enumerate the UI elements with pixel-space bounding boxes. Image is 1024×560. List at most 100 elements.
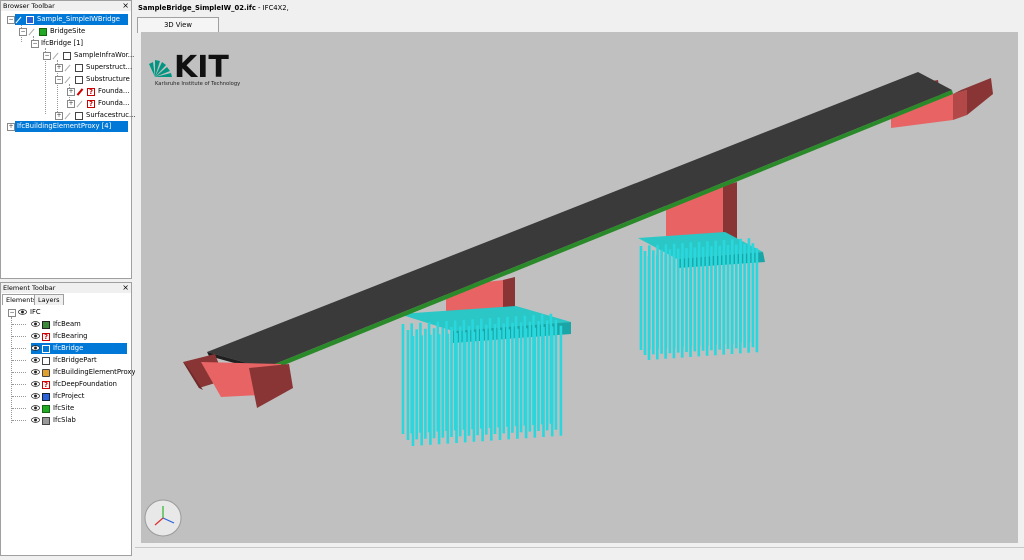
bridgepart-icon <box>75 111 83 120</box>
bridgepart-icon <box>75 75 83 84</box>
browser-toolbar-title: Browser Toolbar × <box>1 1 131 11</box>
tree-item-label: Surfacestruc... <box>86 111 136 119</box>
tree-guide <box>12 384 26 385</box>
eye-icon[interactable] <box>31 416 40 424</box>
piles-right <box>639 238 759 360</box>
eye-icon[interactable] <box>31 320 40 328</box>
pencil-icon <box>52 52 59 59</box>
unknown-icon: ? <box>42 380 50 389</box>
3d-viewport[interactable]: KIT Karlsruhe Institute of Technology <box>141 32 1018 543</box>
kit-logo-text: KIT <box>174 50 229 85</box>
expand-icon[interactable]: + <box>67 100 75 108</box>
eye-icon[interactable] <box>31 368 40 376</box>
close-icon[interactable]: × <box>122 1 129 11</box>
document-title: SampleBridge_SimpleIW_02.ifc - IFC4X2, <box>138 4 289 12</box>
eye-icon[interactable] <box>18 308 27 316</box>
tree-guide <box>12 324 26 325</box>
document-area: SampleBridge_SimpleIW_02.ifc - IFC4X2, 3… <box>135 0 1024 560</box>
unknown-icon: ? <box>87 99 95 108</box>
tree-item-label: Sample_SimpleIWBridge <box>37 15 120 23</box>
tree-item-label: Substructure <box>86 75 130 83</box>
eye-icon[interactable] <box>31 356 40 364</box>
kit-logo-subtitle: Karlsruhe Institute of Technology <box>155 81 240 87</box>
tree-item-label: Founda... <box>98 99 130 107</box>
expand-icon[interactable]: + <box>55 64 63 72</box>
tree-item-label: IfcBuildingElementProxy [4] <box>17 122 112 130</box>
tree-guide <box>12 420 26 421</box>
tree-guide <box>12 396 26 397</box>
tree-guide <box>12 360 26 361</box>
project-icon <box>26 15 34 24</box>
tree-item-label: Founda... <box>98 87 130 95</box>
pencil-icon <box>15 16 22 23</box>
element-root-label: IFC <box>30 308 41 316</box>
element-item-label: IfcBridge <box>53 344 84 352</box>
document-filename: SampleBridge_SimpleIW_02.ifc <box>138 4 256 12</box>
pencil-icon <box>76 87 84 96</box>
unknown-icon: ? <box>42 332 50 341</box>
beam-icon <box>42 320 50 329</box>
element-toolbar-panel: Element Toolbar × Elements Layers − IFC … <box>0 282 136 556</box>
tab-3d-view[interactable]: 3D View <box>137 17 219 33</box>
collapse-icon[interactable]: − <box>19 28 27 36</box>
navigation-gizmo[interactable] <box>144 499 182 537</box>
document-schema: - IFC4X2, <box>255 4 289 12</box>
tree-item-label: SampleInfraWor... <box>74 51 135 59</box>
tree-item-label: IfcBridge [1] <box>41 39 84 47</box>
eye-icon[interactable] <box>31 332 40 340</box>
pencil-icon <box>64 64 71 71</box>
tab-layers[interactable]: Layers <box>34 294 64 305</box>
status-bar <box>135 547 1024 560</box>
tree-guide <box>12 336 26 337</box>
pencil-icon <box>76 100 83 107</box>
element-item-label: IfcDeepFoundation <box>53 380 117 388</box>
pencil-icon <box>64 76 71 83</box>
element-item-label: IfcBearing <box>53 332 88 340</box>
project-icon <box>42 392 50 401</box>
eye-icon[interactable] <box>31 380 40 388</box>
eye-icon[interactable] <box>31 344 40 352</box>
site-icon <box>42 404 50 413</box>
tree-guide <box>12 348 26 349</box>
bridge-icon <box>42 344 50 353</box>
scene-svg[interactable]: KIT Karlsruhe Institute of Technology <box>141 32 1018 543</box>
tree-item-label: BridgeSite <box>50 27 86 35</box>
element-item-ifcbridge[interactable]: IfcBridge <box>31 343 127 354</box>
tree-item-project[interactable]: Sample_SimpleIWBridge <box>15 14 128 25</box>
element-item-label: IfcSite <box>53 404 75 412</box>
tree-item-proxy[interactable]: IfcBuildingElementProxy [4] <box>15 121 128 132</box>
slab-icon <box>42 416 50 425</box>
pencil-icon <box>28 28 35 35</box>
collapse-icon[interactable]: − <box>8 309 16 317</box>
kit-logo-fan <box>149 60 172 77</box>
bridge-deck <box>207 72 953 372</box>
collapse-icon[interactable]: − <box>43 52 51 60</box>
pencil-icon <box>64 112 71 119</box>
element-toolbar-title: Element Toolbar × <box>1 283 131 293</box>
expand-icon[interactable]: + <box>7 123 15 131</box>
expand-icon[interactable]: + <box>67 88 75 96</box>
piles-left <box>401 313 563 446</box>
bridgepart-icon <box>75 63 83 72</box>
collapse-icon[interactable]: − <box>7 16 15 24</box>
bridgepart-icon <box>42 356 50 365</box>
collapse-icon[interactable]: − <box>31 40 39 48</box>
browser-toolbar-panel: Browser Toolbar × Sample_SimpleIWBridge … <box>0 0 136 279</box>
element-item-label: IfcProject <box>53 392 85 400</box>
element-item-label: IfcSlab <box>53 416 76 424</box>
browser-toolbar-title-text: Browser Toolbar <box>3 2 55 10</box>
tree-guide <box>12 372 26 373</box>
bridgepart-icon <box>63 51 71 60</box>
close-icon[interactable]: × <box>122 283 129 293</box>
collapse-icon[interactable]: − <box>55 76 63 84</box>
element-item-label: IfcBeam <box>53 320 81 328</box>
expand-icon[interactable]: + <box>55 112 63 120</box>
eye-icon[interactable] <box>31 404 40 412</box>
eye-icon[interactable] <box>31 392 40 400</box>
element-item-label: IfcBuildingElementProxy <box>53 368 136 376</box>
unknown-icon: ? <box>87 87 95 96</box>
element-item-label: IfcBridgePart <box>53 356 97 364</box>
proxy-icon <box>42 368 50 377</box>
tree-item-label: Superstruct... <box>86 63 133 71</box>
tree-guide <box>12 408 26 409</box>
